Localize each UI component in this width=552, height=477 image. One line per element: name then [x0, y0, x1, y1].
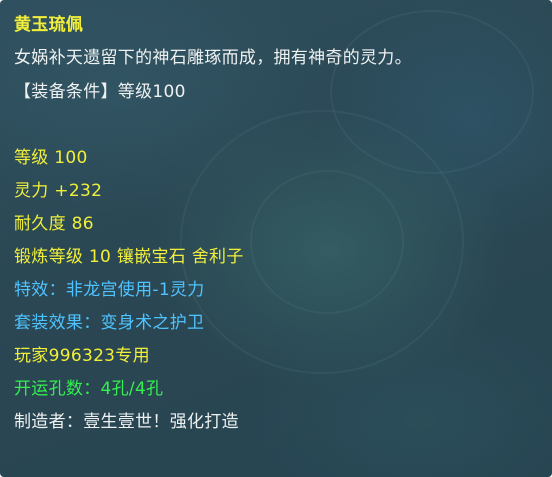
item-name: 黄玉琉佩: [14, 15, 84, 35]
socket-count: 开运孔数：4孔/4孔: [14, 379, 164, 399]
item-description: 女娲补天遗留下的神石雕琢而成，拥有神奇的灵力。: [14, 48, 412, 68]
owner-binding: 玩家996323专用: [14, 346, 150, 366]
special-effect: 特效：非龙宫使用-1灵力: [14, 280, 205, 300]
stat-level: 等级 100: [14, 148, 88, 168]
background-swirl: [250, 170, 404, 314]
item-tooltip: 黄玉琉佩 女娲补天遗留下的神石雕琢而成，拥有神奇的灵力。 【装备条件】等级100…: [0, 0, 552, 477]
background-swirl: [330, 10, 534, 174]
maker-info: 制造者：壹生壹世！强化打造: [14, 412, 239, 432]
stat-spirit: 灵力 +232: [14, 181, 103, 201]
set-effect: 套装效果：变身术之护卫: [14, 313, 205, 333]
stat-forge-gem: 锻炼等级 10 镶嵌宝石 舍利子: [14, 247, 244, 267]
equip-requirement: 【装备条件】等级100: [14, 82, 186, 102]
stat-durability: 耐久度 86: [14, 214, 94, 234]
